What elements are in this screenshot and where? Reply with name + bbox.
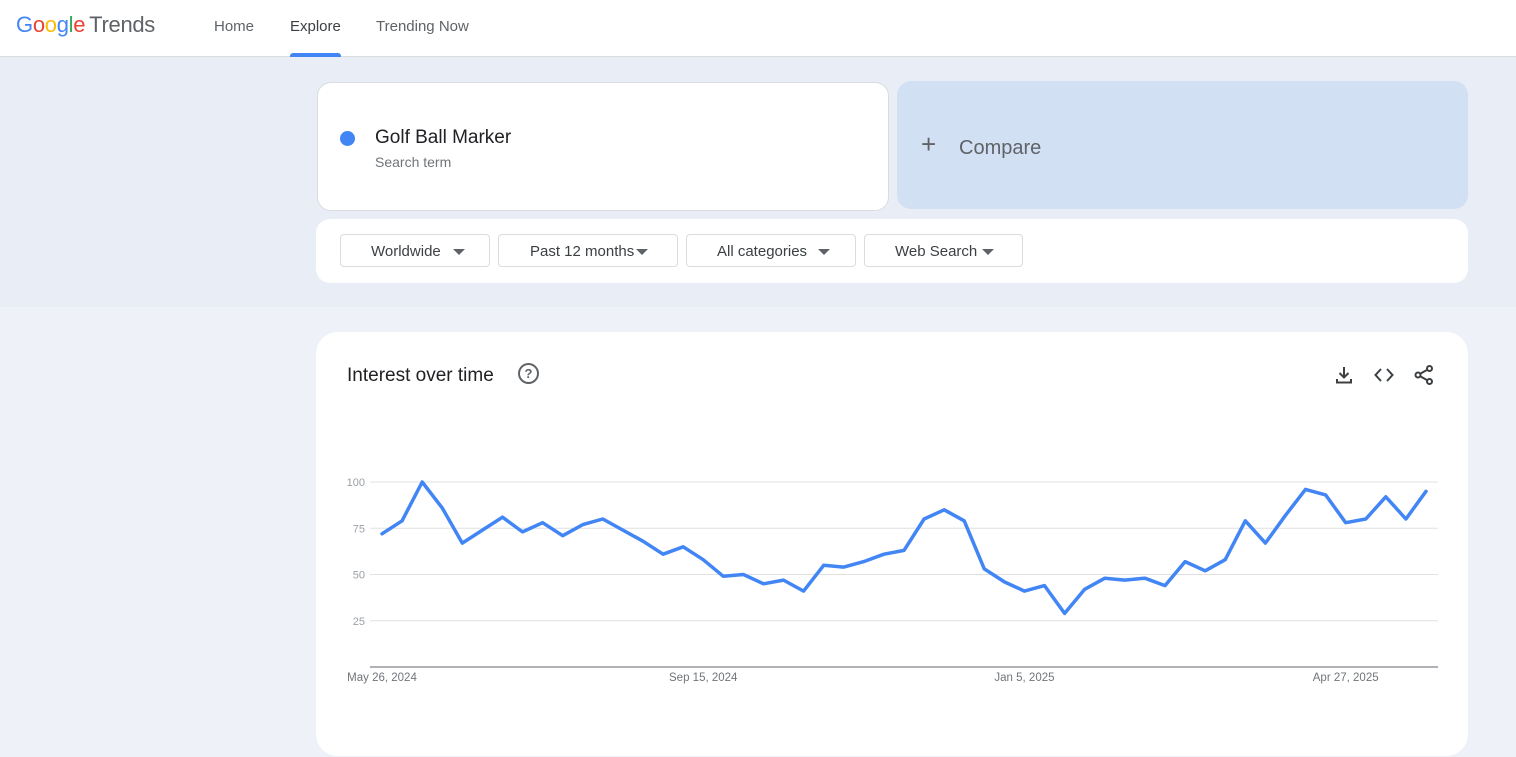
logo-letter: g: [56, 12, 69, 37]
y-tick-label: 50: [353, 570, 365, 582]
compare-label: Compare: [959, 137, 1042, 159]
logo-letter: G: [16, 12, 33, 37]
search-term-card[interactable]: Golf Ball Marker Search term: [317, 82, 889, 211]
search-type-filter[interactable]: Web Search: [864, 234, 1023, 267]
x-tick-label: May 26, 2024: [347, 672, 417, 684]
logo-letter: o: [32, 12, 45, 37]
compare-button[interactable]: + Compare: [897, 81, 1468, 209]
search-type-filter-label: Web Search: [895, 243, 978, 260]
caret-down-icon: [818, 249, 830, 255]
time-range-filter-label: Past 12 months: [530, 243, 635, 260]
google-trends-logo[interactable]: Google Trends: [16, 12, 155, 38]
y-tick-label: 75: [353, 523, 365, 535]
tab-home-label: Home: [214, 18, 255, 35]
x-tick-label: Apr 27, 2025: [1313, 672, 1379, 684]
region-filter-label: Worldwide: [371, 243, 441, 260]
plus-icon: +: [921, 129, 937, 159]
tab-trending-now-label: Trending Now: [376, 18, 469, 35]
category-filter-label: All categories: [717, 243, 808, 260]
category-filter[interactable]: All categories: [686, 234, 856, 267]
tab-trending-now[interactable]: Trending Now: [376, 0, 469, 56]
time-range-filter[interactable]: Past 12 months: [498, 234, 678, 267]
caret-down-icon: [636, 249, 648, 255]
x-tick-label: Jan 5, 2025: [994, 672, 1054, 684]
logo-trends-text: Trends: [89, 12, 156, 37]
search-term-subtitle: Search term: [375, 154, 452, 170]
interest-over-time-chart: 25 50 75 100 May 26, 2024 Sep 15, 2024 Jan 5, …: [347, 477, 1438, 684]
y-tick-label: 100: [347, 477, 365, 489]
y-tick-label: 25: [353, 616, 365, 628]
logo-letter: o: [44, 12, 57, 37]
caret-down-icon: [982, 249, 994, 255]
logo-letter: e: [73, 12, 86, 37]
tab-home[interactable]: Home: [214, 0, 254, 56]
filter-bar: Worldwide Past 12 months All categories …: [316, 219, 1468, 283]
tab-explore[interactable]: Explore: [290, 0, 341, 57]
tab-explore-label: Explore: [290, 18, 341, 35]
region-filter[interactable]: Worldwide: [340, 234, 490, 267]
series-color-dot: [340, 131, 355, 146]
x-tick-label: Sep 15, 2024: [669, 672, 738, 684]
interest-over-time-card: Interest over time ? 25 50 75 100 May 26, 20…: [316, 332, 1468, 756]
top-header: Google Trends Home Explore Trending Now: [0, 0, 1516, 57]
search-term-title[interactable]: Golf Ball Marker: [375, 127, 511, 149]
series-line: [380, 480, 1428, 616]
caret-down-icon: [453, 249, 465, 255]
